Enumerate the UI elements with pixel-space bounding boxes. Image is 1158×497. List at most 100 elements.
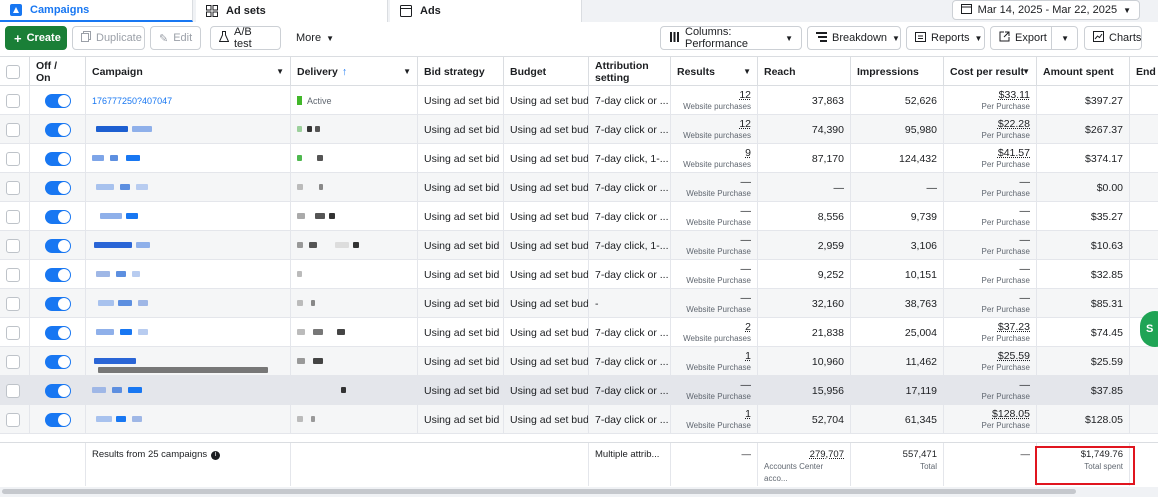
col-off-on[interactable]: Off / On — [30, 57, 86, 87]
redacted-campaign-name[interactable] — [120, 184, 130, 190]
table-row[interactable]: Using ad set bid ... Using ad set bud... 7… — [0, 115, 1158, 144]
row-checkbox[interactable] — [6, 296, 20, 311]
redacted-campaign-name[interactable] — [116, 416, 126, 422]
redacted-campaign-name[interactable] — [138, 329, 148, 335]
tab-campaigns[interactable]: Campaigns — [0, 0, 193, 22]
charts-button[interactable]: Charts — [1084, 26, 1142, 50]
redacted-campaign-name[interactable] — [118, 300, 132, 306]
breakdown-button[interactable]: Breakdown ▼ — [807, 26, 901, 50]
select-all-checkbox[interactable] — [6, 65, 20, 79]
cell-text: 11,462 — [905, 355, 937, 368]
table-row[interactable]: 176777250?407047 Active Using ad set bid .… — [0, 86, 1158, 115]
campaign-toggle[interactable] — [44, 296, 71, 311]
scrollbar-thumb[interactable] — [2, 489, 1076, 494]
reports-button[interactable]: Reports ▼ — [906, 26, 985, 50]
campaign-toggle[interactable] — [44, 209, 71, 224]
redacted-campaign-name[interactable] — [120, 329, 132, 335]
redacted-campaign-name[interactable] — [136, 184, 148, 190]
table-row[interactable]: Using ad set bid ... Using ad set bud... 7… — [0, 405, 1158, 434]
campaign-toggle[interactable] — [44, 93, 71, 108]
cell-bid: Using ad set bid ... — [418, 115, 504, 144]
campaign-toggle[interactable] — [44, 151, 71, 166]
redacted-campaign-name[interactable] — [96, 329, 114, 335]
col-campaign[interactable]: Campaign ▼ — [86, 57, 291, 87]
create-button[interactable]: + Create — [5, 26, 67, 50]
row-checkbox[interactable] — [6, 412, 20, 427]
redacted-campaign-name[interactable] — [92, 387, 106, 393]
info-icon[interactable]: i — [211, 450, 221, 460]
row-checkbox[interactable] — [6, 354, 20, 369]
redacted-campaign-name[interactable] — [132, 126, 152, 132]
redacted-campaign-name[interactable] — [92, 155, 104, 161]
redacted-campaign-name[interactable] — [100, 213, 122, 219]
row-checkbox[interactable] — [6, 383, 20, 398]
row-checkbox[interactable] — [6, 325, 20, 340]
redacted-campaign-name[interactable] — [94, 358, 136, 364]
row-checkbox[interactable] — [6, 180, 20, 195]
redacted-campaign-name[interactable] — [126, 155, 140, 161]
table-row[interactable]: Using ad set bid ... Using ad set bud... 7… — [0, 376, 1158, 405]
redacted-campaign-name[interactable] — [96, 271, 110, 277]
col-results[interactable]: Results ▼ — [671, 57, 758, 87]
edit-button[interactable]: ✎ Edit — [150, 26, 201, 50]
table-row[interactable]: Using ad set bid ... Using ad set bud... -… — [0, 289, 1158, 318]
tab-ads[interactable]: Ads — [390, 0, 582, 22]
redacted-campaign-name[interactable] — [116, 271, 126, 277]
campaign-toggle[interactable] — [44, 354, 71, 369]
col-reach[interactable]: Reach — [758, 57, 851, 87]
table-row[interactable]: Using ad set bid ... Using ad set bud... 7… — [0, 144, 1158, 173]
campaign-toggle[interactable] — [44, 122, 71, 137]
row-checkbox[interactable] — [6, 93, 20, 108]
campaign-name[interactable]: 176777250?407047 — [92, 96, 172, 106]
columns-button[interactable]: Columns: Performance ▼ — [660, 26, 802, 50]
redacted-campaign-name[interactable] — [96, 184, 114, 190]
redacted-campaign-name[interactable] — [96, 126, 128, 132]
table-row[interactable]: Using ad set bid ... Using ad set bud... 7… — [0, 202, 1158, 231]
campaign-toggle[interactable] — [44, 267, 71, 282]
redacted-campaign-name[interactable] — [110, 155, 118, 161]
table-row[interactable]: Using ad set bid ... Using ad set bud... 7… — [0, 260, 1158, 289]
more-button[interactable]: More ▼ — [287, 26, 340, 50]
row-checkbox[interactable] — [6, 267, 20, 282]
row-checkbox[interactable] — [6, 238, 20, 253]
ab-test-button[interactable]: A/B test — [210, 26, 281, 50]
col-attribution[interactable]: Attribution setting — [589, 57, 671, 87]
col-bid-strategy[interactable]: Bid strategy — [418, 57, 504, 87]
redacted-campaign-name[interactable] — [136, 242, 150, 248]
table-row[interactable]: Using ad set bid ... Using ad set bud... 7… — [0, 173, 1158, 202]
col-budget[interactable]: Budget — [504, 57, 589, 87]
col-impressions[interactable]: Impressions — [851, 57, 944, 87]
plus-icon: + — [14, 30, 22, 46]
floating-action-button[interactable]: S — [1140, 311, 1158, 347]
redacted-campaign-name[interactable] — [132, 416, 142, 422]
table-row[interactable]: Using ad set bid ... Using ad set bud... 7… — [0, 318, 1158, 347]
tab-adsets[interactable]: Ad sets — [196, 0, 388, 22]
row-checkbox[interactable] — [6, 209, 20, 224]
redacted-campaign-name[interactable] — [126, 213, 138, 219]
campaign-toggle[interactable] — [44, 412, 71, 427]
redacted-campaign-name[interactable] — [138, 300, 148, 306]
table-row[interactable]: Using ad set bid ... Using ad set bud... 7… — [0, 347, 1158, 376]
redacted-campaign-name[interactable] — [98, 300, 114, 306]
redacted-campaign-name[interactable] — [128, 387, 142, 393]
cell-attr: 7-day click or ... — [589, 173, 671, 202]
row-checkbox[interactable] — [6, 151, 20, 166]
export-button[interactable]: Export ▼ — [990, 26, 1078, 50]
duplicate-button[interactable]: Duplicate — [72, 26, 145, 50]
campaign-toggle[interactable] — [44, 180, 71, 195]
campaign-toggle[interactable] — [44, 238, 71, 253]
table-row[interactable]: Using ad set bid ... Using ad set bud... 7… — [0, 231, 1158, 260]
col-amount-spent[interactable]: Amount spent — [1037, 57, 1130, 87]
redacted-campaign-name[interactable] — [94, 242, 132, 248]
col-cost-per-result[interactable]: Cost per result ▼ — [944, 57, 1037, 87]
col-delivery[interactable]: Delivery ↑ ▼ — [291, 57, 418, 87]
campaign-toggle[interactable] — [44, 383, 71, 398]
col-ends[interactable]: End — [1130, 57, 1158, 87]
campaign-toggle[interactable] — [44, 325, 71, 340]
horizontal-scrollbar[interactable] — [0, 487, 1158, 497]
redacted-campaign-name[interactable] — [132, 271, 140, 277]
date-range-picker[interactable]: Mar 14, 2025 - Mar 22, 2025 ▼ — [951, 0, 1140, 20]
row-checkbox[interactable] — [6, 122, 20, 137]
redacted-campaign-name[interactable] — [96, 416, 112, 422]
redacted-campaign-name[interactable] — [112, 387, 122, 393]
